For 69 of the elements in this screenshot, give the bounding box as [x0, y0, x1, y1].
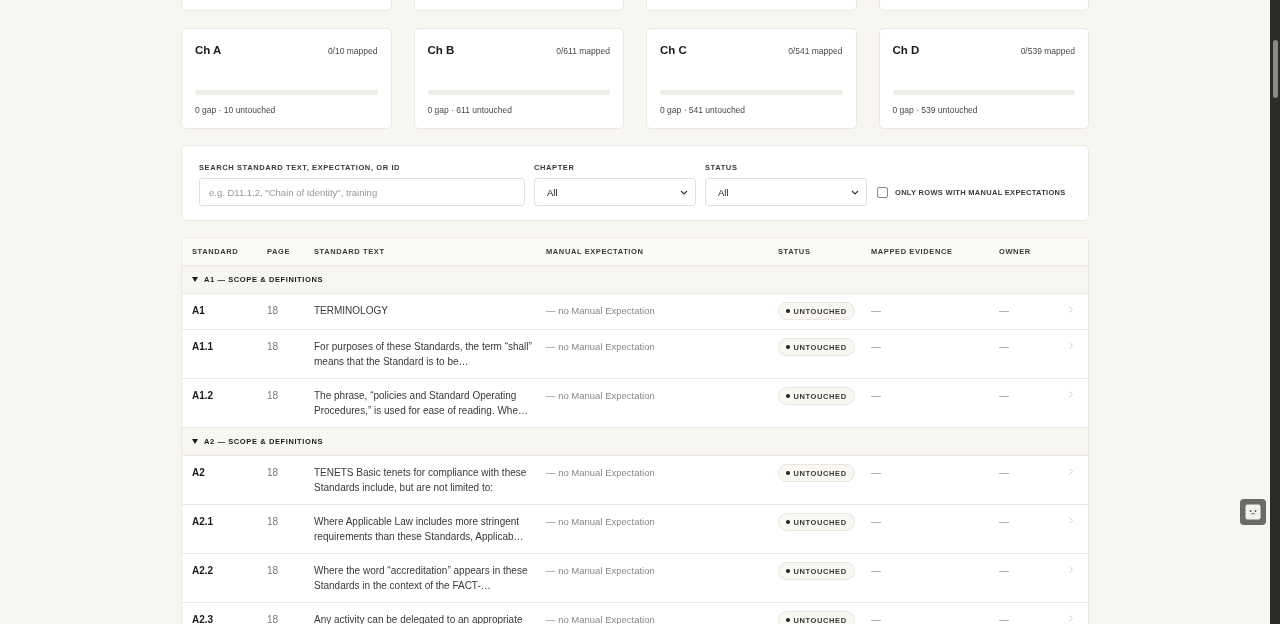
standard-text: TENETS Basic tenets for compliance with these Standards include, but are not limited to:	[314, 466, 528, 495]
mapped-evidence: —	[871, 515, 882, 529]
standard-text: The phrase, “policies and Standard Operating Procedures,” is used for ease of reading. Whe…	[314, 389, 529, 418]
mapped-evidence: —	[871, 613, 882, 624]
mapped-evidence: —	[871, 466, 882, 480]
page-number: 18	[267, 613, 280, 624]
manual-expectation: — no Manual Expectation	[546, 515, 656, 529]
manual-expectation: — no Manual Expectation	[546, 389, 656, 403]
standard-text: Where the word “accreditation” appears in these Standards in the context of the FACT-…	[314, 564, 529, 593]
standard-text: For purposes of these Standards, the term “shall” means that the Standard is to be…	[314, 340, 533, 369]
owner: —	[999, 613, 1010, 624]
manual-expectation: — no Manual Expectation	[546, 304, 656, 318]
mapped-evidence: —	[871, 340, 882, 354]
owner: —	[999, 389, 1010, 403]
page-number: 18	[267, 340, 280, 354]
page-number: 18	[267, 466, 280, 480]
chapter-summary: 0 gap · 611 untouched	[427, 105, 513, 115]
standard-id: A2.1	[192, 515, 215, 529]
mapped-count: 0/10 mapped	[327, 46, 378, 56]
page-number: 18	[267, 304, 280, 318]
chapter-summary: 0 gap · 10 untouched	[195, 105, 277, 115]
standard-text: TERMINOLOGY	[314, 304, 389, 318]
page-number: 18	[267, 515, 280, 529]
chapter-title: Ch A	[195, 44, 222, 56]
search-field[interactable]: e.g. D11.1.2, "Chain of Identity", training	[199, 178, 525, 206]
standard-id: A2.3	[192, 613, 215, 624]
chevron-down-icon	[851, 189, 859, 195]
checkbox[interactable]	[877, 186, 888, 198]
manual-expectation: — no Manual Expectation	[546, 340, 656, 354]
mapped-evidence: —	[871, 564, 882, 578]
chapter-summary: 0 gap · 541 untouched	[660, 105, 747, 115]
owner: —	[999, 515, 1010, 529]
manual-expectation: — no Manual Expectation	[546, 466, 656, 480]
owner: —	[999, 466, 1010, 480]
chevron-right-icon	[1069, 342, 1073, 349]
chapter-summary: 0 gap · 539 untouched	[892, 105, 979, 115]
mapped-count: 0/611 mapped	[556, 46, 610, 56]
widget-button[interactable]	[1240, 499, 1266, 525]
chevron-right-icon	[1069, 615, 1073, 622]
chapter-title: Ch C	[660, 44, 687, 56]
chevron-down-icon	[680, 189, 688, 195]
chevron-right-icon	[1069, 468, 1073, 475]
face-icon	[1245, 504, 1261, 520]
chevron-right-icon	[1069, 306, 1073, 313]
mapped-evidence: —	[871, 389, 882, 403]
chapter-title: Ch D	[892, 44, 920, 56]
status-dropdown[interactable]: All	[705, 178, 867, 206]
chapter-dropdown[interactable]: All	[534, 178, 696, 206]
chevron-right-icon	[1069, 566, 1073, 573]
mapped-count: 0/539 mapped	[1020, 46, 1075, 56]
owner: —	[999, 304, 1010, 318]
chapter-title: Ch B	[427, 44, 455, 56]
owner: —	[999, 564, 1010, 578]
mapped-count: 0/541 mapped	[788, 46, 843, 56]
mapped-evidence: —	[871, 304, 882, 318]
chevron-right-icon	[1069, 391, 1073, 398]
standard-id: A2	[192, 466, 206, 480]
page-number: 18	[267, 564, 280, 578]
scrollbar[interactable]	[1270, 0, 1280, 624]
standard-id: A1	[192, 304, 206, 318]
standard-id: A1.1	[192, 340, 215, 354]
owner: —	[999, 340, 1010, 354]
page-number: 18	[267, 389, 280, 403]
chevron-right-icon	[1069, 517, 1073, 524]
standard-id: A2.2	[192, 564, 215, 578]
standard-text: Where Applicable Law includes more stringent requirements than these Standards, Applicab…	[314, 515, 525, 544]
standard-id: A1.2	[192, 389, 215, 403]
manual-expectation: — no Manual Expectation	[546, 564, 656, 578]
scrollbar-thumb[interactable]	[1273, 40, 1278, 98]
